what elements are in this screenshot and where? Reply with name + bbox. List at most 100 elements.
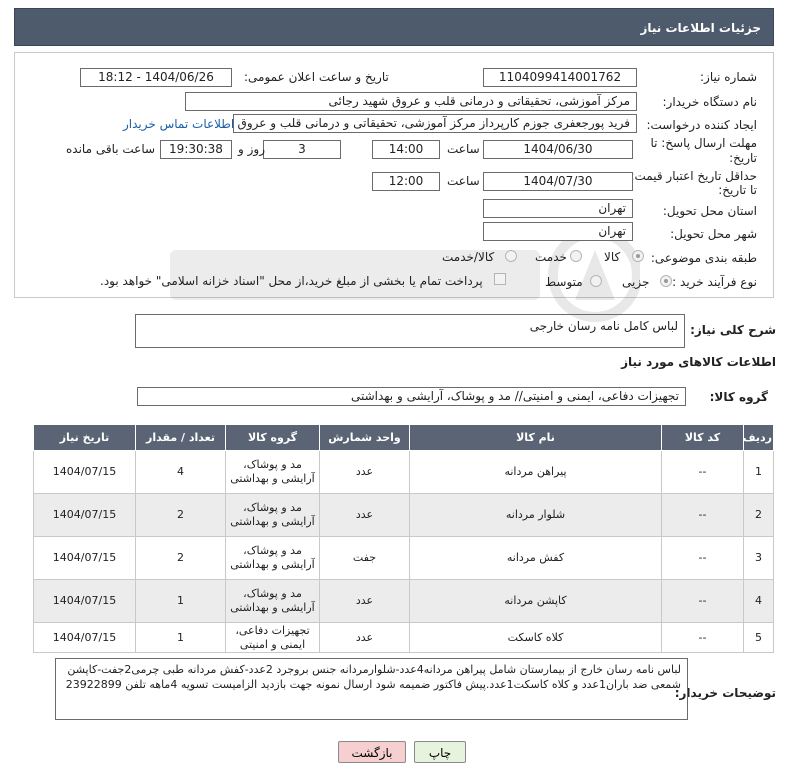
treasury-payment-note: پرداخت تمام یا بخشی از مبلغ خرید،از محل … <box>100 274 483 288</box>
table-row: 3 -- کفش مردانه جفت مد و پوشاک، آرایشی و… <box>33 536 774 580</box>
cell-group: مد و پوشاک، آرایشی و بهداشتی <box>225 536 320 580</box>
page-title: جزئیات اطلاعات نیاز <box>640 21 761 35</box>
print-button[interactable]: چاپ <box>414 741 466 763</box>
buyer-notes-label: توضیحات خریدار: <box>674 686 776 700</box>
cell-date: 1404/07/15 <box>33 579 136 623</box>
deadline-label-line2: تاریخ: <box>729 151 757 165</box>
province-label: استان محل تحویل: <box>662 204 757 218</box>
col-header-unit: واحد شمارش <box>319 424 410 451</box>
cell-unit: عدد <box>319 622 410 653</box>
cell-unit: عدد <box>319 579 410 623</box>
description-text: لباس کامل نامه رسان خارجی <box>529 319 678 333</box>
deadline-date-field: 1404/06/30 <box>483 140 633 159</box>
deadline-days-label: روز و <box>238 142 265 156</box>
cell-qty: 4 <box>135 450 226 494</box>
cell-group: مد و پوشاک، آرایشی و بهداشتی <box>225 450 320 494</box>
col-header-index: ردیف <box>743 424 774 451</box>
province-field: تهران <box>483 199 633 218</box>
cell-qty: 2 <box>135 536 226 580</box>
need-number-label: شماره نیاز: <box>700 70 757 84</box>
cell-unit: عدد <box>319 450 410 494</box>
category-radio-service[interactable] <box>570 250 582 262</box>
process-label: نوع فرآیند خرید : <box>672 275 757 289</box>
category-option-goods-service: کالا/خدمت <box>442 250 495 264</box>
treasury-payment-checkbox[interactable] <box>494 273 506 285</box>
buyer-field: مرکز آموزشی، تحقیقاتی و درمانی قلب و عرو… <box>185 92 637 111</box>
cell-code: -- <box>661 493 744 537</box>
remaining-time-field: 19:30:38 <box>160 140 232 159</box>
deadline-time-field: 14:00 <box>372 140 440 159</box>
need-number-field: 1104099414001762 <box>483 68 637 87</box>
cell-date: 1404/07/15 <box>33 450 136 494</box>
process-option-medium: متوسط <box>545 275 583 289</box>
cell-code: -- <box>661 622 744 653</box>
cell-group: مد و پوشاک، آرایشی و بهداشتی <box>225 493 320 537</box>
back-button[interactable]: بازگشت <box>338 741 406 763</box>
deadline-time-label: ساعت <box>447 142 480 156</box>
cell-index: 1 <box>743 450 774 494</box>
cell-date: 1404/07/15 <box>33 622 136 653</box>
cell-date: 1404/07/15 <box>33 493 136 537</box>
goods-table-header: ردیف کد کالا نام کالا واحد شمارش گروه کا… <box>33 424 774 451</box>
buyer-contact-link[interactable]: اطلاعات تماس خریدار <box>123 117 234 131</box>
validity-time-label: ساعت <box>447 174 480 188</box>
process-radio-minor[interactable] <box>660 275 672 287</box>
cell-name: شلوار مردانه <box>409 493 662 537</box>
cell-qty: 2 <box>135 493 226 537</box>
page-header: جزئیات اطلاعات نیاز <box>14 8 774 46</box>
city-field: تهران <box>483 222 633 241</box>
table-row: 5 -- کلاه کاسکت عدد تجهیزات دفاعی، ایمنی… <box>33 622 774 653</box>
city-label: شهر محل تحویل: <box>670 227 757 241</box>
announce-field: 1404/06/26 - 18:12 <box>80 68 232 87</box>
announce-label: تاریخ و ساعت اعلان عمومی: <box>244 70 389 84</box>
category-option-service: خدمت <box>535 250 567 264</box>
cell-unit: عدد <box>319 493 410 537</box>
col-header-code: کد کالا <box>661 424 744 451</box>
category-radio-goods-service[interactable] <box>505 250 517 262</box>
goods-section-title: اطلاعات کالاهای مورد نیاز <box>621 355 776 369</box>
table-row: 1 -- پیراهن مردانه عدد مد و پوشاک، آرایش… <box>33 450 774 494</box>
cell-index: 5 <box>743 622 774 653</box>
remaining-time-label: ساعت باقی مانده <box>66 142 156 156</box>
table-row: 2 -- شلوار مردانه عدد مد و پوشاک، آرایشی… <box>33 493 774 537</box>
cell-index: 2 <box>743 493 774 537</box>
cell-qty: 1 <box>135 622 226 653</box>
buyer-label: نام دستگاه خریدار: <box>662 95 758 109</box>
cell-index: 4 <box>743 579 774 623</box>
cell-group: مد و پوشاک، آرایشی و بهداشتی <box>225 579 320 623</box>
category-option-goods: کالا <box>604 250 621 264</box>
goods-group-label: گروه کالا: <box>709 390 768 404</box>
buyer-notes-text: لباس نامه رسان خارج از بیمارستان شامل پی… <box>65 663 681 691</box>
buyer-notes-field: لباس نامه رسان خارج از بیمارستان شامل پی… <box>55 658 688 720</box>
category-radio-goods[interactable] <box>632 250 644 262</box>
deadline-label-line1: مهلت ارسال پاسخ: تا <box>650 136 757 150</box>
col-header-group: گروه کالا <box>225 424 320 451</box>
cell-group: تجهیزات دفاعی، ایمنی و امنیتی <box>225 622 320 653</box>
cell-index: 3 <box>743 536 774 580</box>
cell-unit: جفت <box>319 536 410 580</box>
creator-label: ایجاد کننده درخواست: <box>646 118 757 132</box>
col-header-name: نام کالا <box>409 424 662 451</box>
validity-date-field: 1404/07/30 <box>483 172 633 191</box>
goods-table: ردیف کد کالا نام کالا واحد شمارش گروه کا… <box>33 424 774 653</box>
category-label: طبقه بندی موضوعی: <box>650 251 757 265</box>
cell-name: کاپشن مردانه <box>409 579 662 623</box>
process-radio-medium[interactable] <box>590 275 602 287</box>
validity-label-line1: حداقل تاریخ اعتبار قیمت: <box>630 169 757 183</box>
cell-code: -- <box>661 579 744 623</box>
cell-qty: 1 <box>135 579 226 623</box>
col-header-date: تاریخ نیاز <box>33 424 136 451</box>
cell-name: پیراهن مردانه <box>409 450 662 494</box>
validity-time-field: 12:00 <box>372 172 440 191</box>
validity-label-line2: تا تاریخ: <box>718 183 757 197</box>
col-header-qty: تعداد / مقدار <box>135 424 226 451</box>
description-field: لباس کامل نامه رسان خارجی <box>135 314 685 348</box>
creator-field: فرید پورجعفری جوزم کارپرداز مرکز آموزشی،… <box>233 114 637 133</box>
cell-code: -- <box>661 450 744 494</box>
cell-code: -- <box>661 536 744 580</box>
cell-date: 1404/07/15 <box>33 536 136 580</box>
goods-group-field: تجهیزات دفاعی، ایمنی و امنیتی// مد و پوش… <box>137 387 686 406</box>
cell-name: کلاه کاسکت <box>409 622 662 653</box>
description-label: شرح کلی نیاز: <box>690 323 776 337</box>
deadline-days-field: 3 <box>263 140 341 159</box>
